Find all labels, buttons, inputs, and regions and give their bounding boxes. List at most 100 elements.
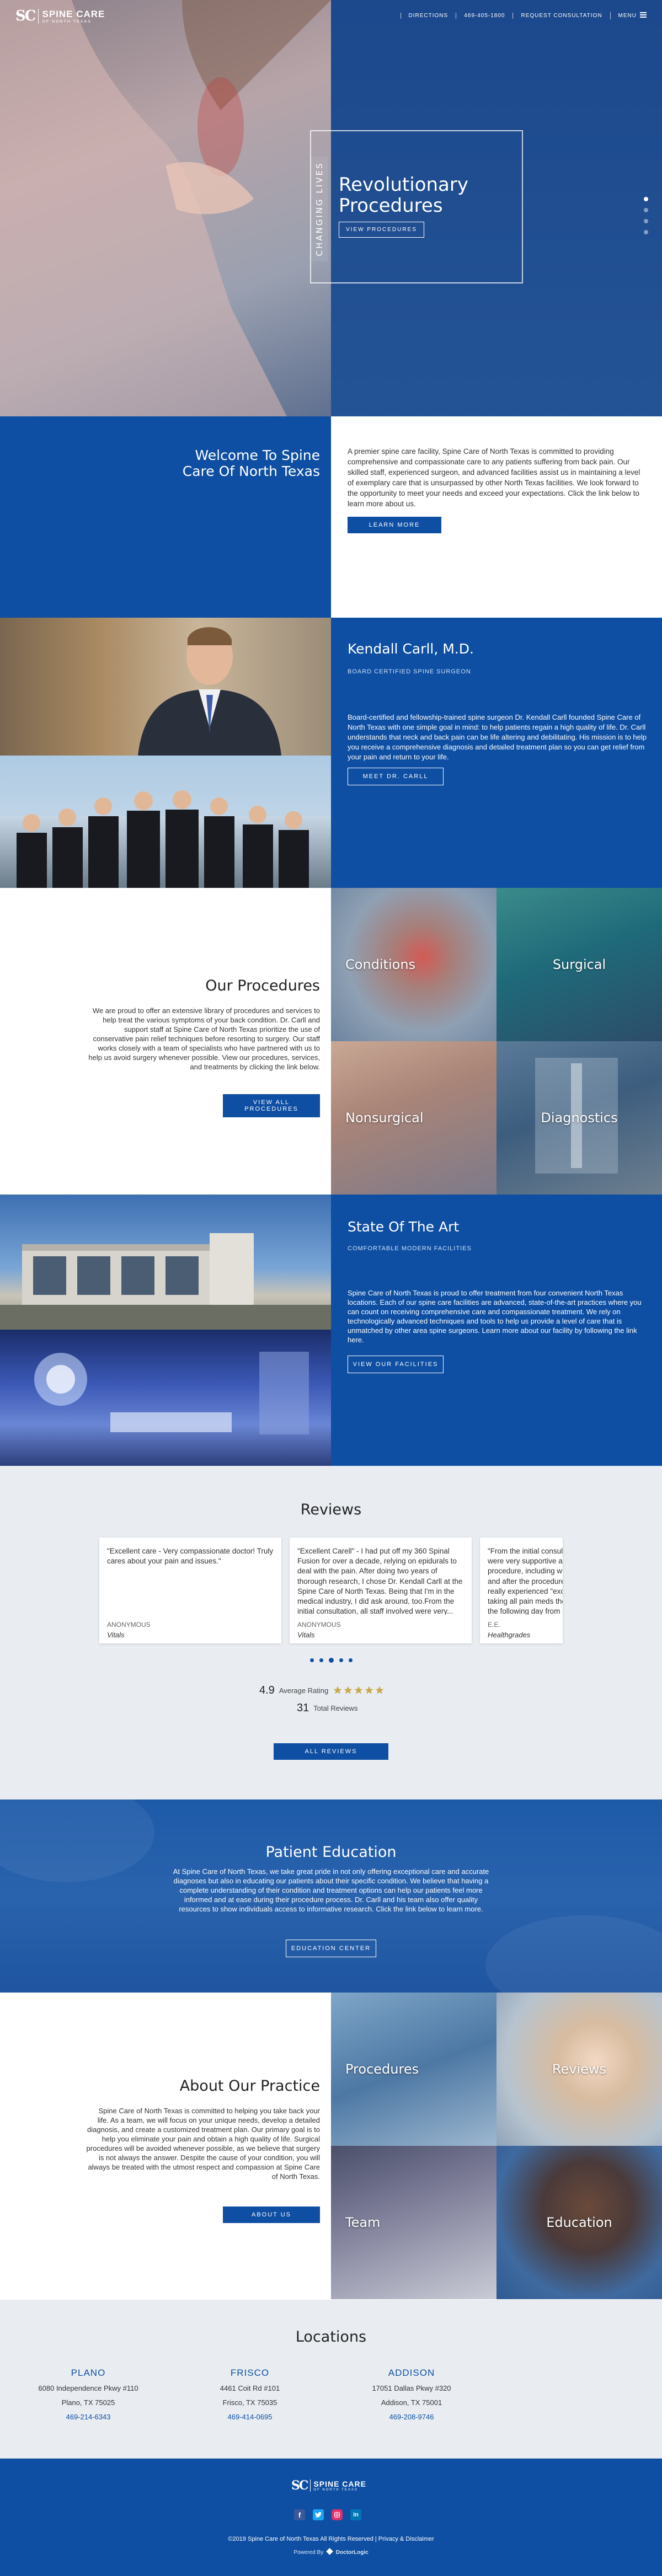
tile-surgical[interactable]: Surgical — [496, 888, 662, 1041]
team-photo — [0, 756, 331, 888]
site-logo[interactable]: SC SPINE CARE OF NORTH TEXAS — [15, 8, 105, 24]
location-street: 6080 Independence Pkwy #110 — [38, 2384, 138, 2392]
tile-reviews[interactable]: Reviews — [496, 1993, 662, 2146]
meet-dr-carll-button[interactable]: MEET DR. CARLL — [348, 768, 444, 785]
footer-logo-mark: SC — [291, 2478, 308, 2493]
location-street: 4461 Coit Rd #101 — [220, 2384, 280, 2392]
hero-section: SC SPINE CARE OF NORTH TEXAS DIRECTIONS … — [0, 0, 662, 416]
tile-education[interactable]: Education — [496, 2146, 662, 2299]
facility-interior-photo — [0, 1330, 331, 1466]
top-nav: DIRECTIONS 469-405-1800 REQUEST CONSULTA… — [400, 12, 647, 19]
nav-directions[interactable]: DIRECTIONS — [400, 13, 456, 19]
review-author: ANONYMOUS — [297, 1621, 341, 1629]
site-header: SC SPINE CARE OF NORTH TEXAS DIRECTIONS … — [0, 0, 662, 33]
logo-name: SPINE CARE — [42, 8, 105, 19]
all-reviews-button[interactable]: ALL REVIEWS — [274, 1743, 388, 1760]
location-street: 17051 Dallas Pkwy #320 — [372, 2384, 451, 2392]
location-phone[interactable]: 469-208-9746 — [329, 2410, 494, 2424]
view-all-procedures-button[interactable]: VIEW ALL PROCEDURES — [223, 1094, 320, 1117]
tile-surgical-label: Surgical — [552, 957, 606, 972]
learn-more-button[interactable]: LEARN MORE — [348, 517, 441, 533]
footer-copyright: ©2019 Spine Care of North Texas All Righ… — [228, 2536, 434, 2542]
facility-exterior-photo — [0, 1195, 331, 1330]
tile-team[interactable]: Team — [331, 2146, 496, 2299]
tile-education-label: Education — [546, 2215, 612, 2230]
tile-nonsurgical[interactable]: Nonsurgical — [331, 1041, 496, 1195]
review-author: E.E. — [488, 1621, 500, 1629]
star-icon — [344, 1686, 353, 1694]
tile-diagnostics[interactable]: Diagnostics — [496, 1041, 662, 1195]
star-icon — [365, 1686, 373, 1694]
location-frisco: FRISCO 4461 Coit Rd #101 Frisco, TX 7503… — [167, 2366, 333, 2424]
procedures-body: We are proud to offer an extensive libra… — [88, 1006, 320, 1071]
reviews-title: Reviews — [300, 1501, 362, 1518]
footer-logo[interactable]: SC SPINE CARE OF NORTH TEXAS — [291, 2478, 366, 2493]
review-dot[interactable] — [339, 1658, 343, 1662]
tile-procedures-label: Procedures — [345, 2061, 419, 2077]
view-our-facilities-button[interactable]: VIEW OUR FACILITIES — [348, 1356, 444, 1373]
hero-vertical-label: CHANGING LIVES — [311, 157, 328, 261]
review-dot[interactable] — [328, 1658, 334, 1663]
powered-by-label: Powered By — [293, 2550, 324, 2556]
view-procedures-button[interactable]: VIEW PROCEDURES — [339, 222, 424, 238]
hero-dot[interactable] — [644, 230, 648, 234]
review-dot[interactable] — [319, 1658, 323, 1662]
twitter-icon[interactable] — [313, 2509, 324, 2520]
footer-logo-text: SPINE CARE OF NORTH TEXAS — [310, 2479, 366, 2492]
star-icon — [333, 1686, 342, 1694]
location-name: PLANO — [71, 2368, 106, 2378]
star-icon — [354, 1686, 363, 1694]
doctor-section: Kendall Carll, M.D. BOARD CERTIFIED SPIN… — [0, 618, 662, 888]
review-dot[interactable] — [348, 1658, 353, 1662]
location-phone[interactable]: 469-214-6343 — [6, 2410, 171, 2424]
nav-menu[interactable]: MENU — [610, 12, 647, 19]
reviews-dots — [0, 1658, 662, 1663]
tile-diagnostics-label: Diagnostics — [541, 1110, 618, 1126]
doctor-body: Board-certified and fellowship-trained s… — [348, 713, 647, 761]
procedures-section: Our Procedures We are proud to offer an … — [0, 888, 662, 1195]
rating-label: Average Rating — [279, 1686, 329, 1695]
nav-request-consultation[interactable]: REQUEST CONSULTATION — [512, 13, 610, 19]
about-title: About Our Practice — [179, 2077, 320, 2095]
tile-conditions[interactable]: Conditions — [331, 888, 496, 1041]
logo-sub: OF NORTH TEXAS — [42, 19, 92, 24]
powered-by-brand[interactable]: DoctorLogic — [336, 2550, 369, 2556]
doctor-subtitle: BOARD CERTIFIED SPINE SURGEON — [348, 668, 471, 675]
facility-section: State Of The Art COMFORTABLE MODERN FACI… — [0, 1195, 662, 1466]
review-dot[interactable] — [309, 1658, 314, 1662]
hero-image — [0, 0, 331, 416]
location-addison: ADDISON 17051 Dallas Pkwy #320 Addison, … — [329, 2366, 494, 2424]
rating-stars — [333, 1685, 385, 1695]
doctorlogic-icon — [326, 2548, 333, 2555]
facility-info-panel: State Of The Art COMFORTABLE MODERN FACI… — [331, 1195, 662, 1466]
hero-dot[interactable] — [644, 197, 648, 201]
instagram-icon[interactable] — [332, 2509, 343, 2520]
tile-procedures[interactable]: Procedures — [331, 1993, 496, 2146]
doctor-info-panel: Kendall Carll, M.D. BOARD CERTIFIED SPIN… — [331, 618, 662, 888]
education-center-button[interactable]: EDUCATION CENTER — [286, 1940, 376, 1957]
locations-title: Locations — [295, 2328, 367, 2345]
tile-reviews-label: Reviews — [552, 2061, 607, 2077]
hero-box: CHANGING LIVES Revolutionary Procedures … — [310, 130, 523, 283]
linkedin-icon[interactable]: in — [350, 2509, 361, 2520]
review-source: Healthgrades — [488, 1631, 531, 1639]
rating-value: 4.9 — [259, 1684, 275, 1696]
total-reviews-label: Total Reviews — [313, 1704, 358, 1712]
tile-nonsurgical-label: Nonsurgical — [345, 1110, 424, 1126]
hero-dot[interactable] — [644, 208, 648, 212]
location-phone[interactable]: 469-414-0695 — [167, 2410, 333, 2424]
hero-dot[interactable] — [644, 219, 648, 223]
footer-logo-sub: OF NORTH TEXAS — [313, 2488, 358, 2492]
facebook-icon[interactable]: f — [294, 2509, 305, 2520]
nav-phone[interactable]: 469-405-1800 — [456, 13, 512, 19]
review-author: ANONYMOUS — [107, 1621, 151, 1629]
review-text: "Excellent care - Very compassionate doc… — [107, 1547, 274, 1566]
education-section: Patient Education At Spine Care of North… — [0, 1800, 662, 1993]
about-body: Spine Care of North Texas is committed t… — [86, 2107, 320, 2181]
hero-title: Revolutionary Procedures — [339, 174, 468, 217]
welcome-body: A premier spine care facility, Spine Car… — [348, 447, 640, 508]
tile-team-label: Team — [345, 2215, 381, 2230]
doctor-photo — [0, 618, 331, 756]
about-us-button[interactable]: ABOUT US — [223, 2207, 320, 2223]
location-name: ADDISON — [388, 2368, 435, 2378]
